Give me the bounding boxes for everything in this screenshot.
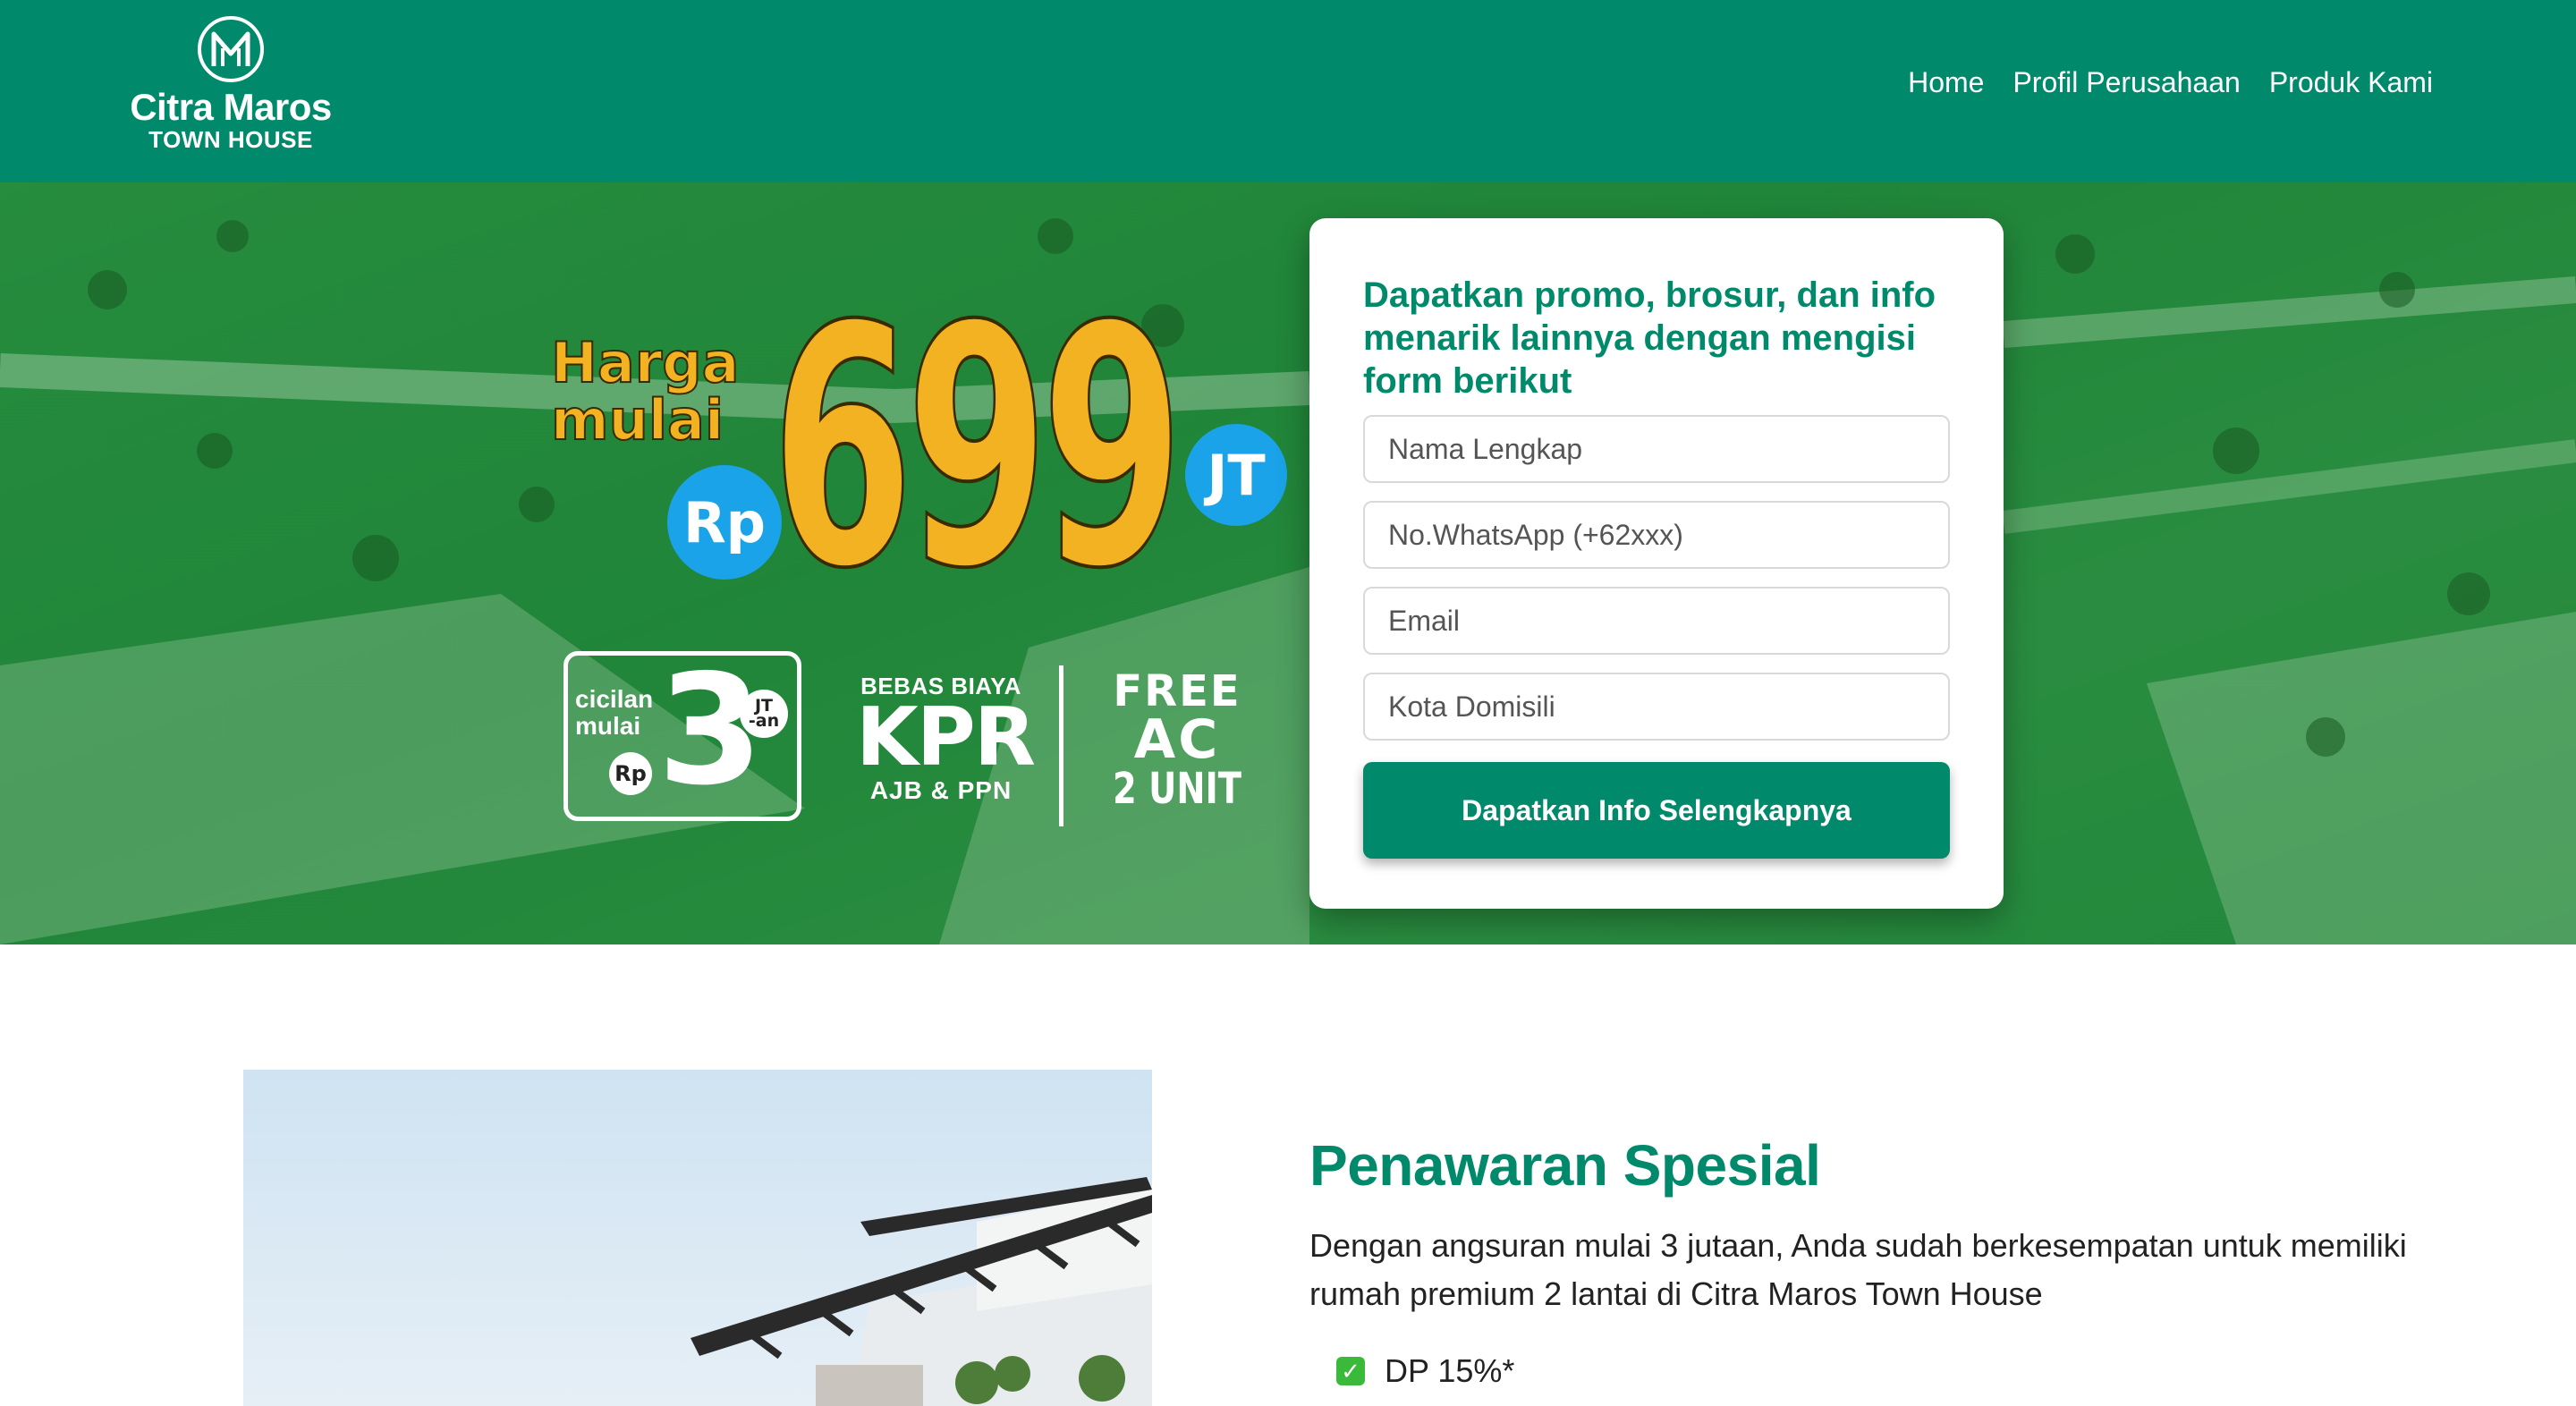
m-monogram-circle-icon — [198, 16, 264, 82]
cicilan-currency-badge: Rp — [609, 752, 652, 795]
email-field[interactable] — [1363, 587, 1950, 655]
cicilan-line-2: mulai — [575, 712, 641, 740]
site-header: Citra Maros TOWN HOUSE Home Profil Perus… — [0, 0, 2576, 182]
harga-mulai-label: Harga mulai — [550, 330, 741, 453]
whatsapp-field[interactable] — [1363, 501, 1950, 569]
cicilan-box: cicilan mulai 3 Rp JT -an — [564, 650, 801, 821]
free-line-1: FREE — [1113, 666, 1241, 716]
kpr-block: BEBAS BIAYA KPR AJB & PPN — [856, 673, 1036, 805]
free-line-3: 2 UNIT — [1113, 764, 1241, 814]
harga-line-1: Harga — [550, 330, 741, 395]
lead-form-card: Dapatkan promo, brosur, dan info menarik… — [1309, 218, 2004, 909]
special-offer-description: Dengan angsuran mulai 3 jutaan, Anda sud… — [1309, 1227, 2407, 1312]
promo-graphic: Harga mulai 699 Rp JT cicilan mulai 3 Rp… — [546, 277, 1297, 862]
checklist-item: ✓ DP 15%* — [1336, 1349, 1514, 1393]
house-photo — [243, 1070, 1152, 1406]
harga-line-2: mulai — [550, 387, 724, 453]
main-nav: Home Profil Perusahaan Produk Kami — [1908, 66, 2433, 99]
free-line-2: AC — [1133, 708, 1221, 771]
brand-logo[interactable]: Citra Maros TOWN HOUSE — [125, 14, 336, 166]
city-field[interactable] — [1363, 673, 1950, 741]
kpr-main-label: KPR — [856, 690, 1036, 784]
price-value: 699 — [770, 257, 1185, 641]
special-offer-title: Penawaran Spesial — [1309, 1133, 1821, 1198]
offer-checklist: ✓ DP 15%* — [1336, 1349, 1514, 1393]
currency-badge: Rp — [667, 465, 782, 580]
free-ac-block: FREE AC 2 UNIT — [1097, 669, 1258, 812]
checklist-item-label: DP 15%* — [1385, 1352, 1515, 1389]
nav-home[interactable]: Home — [1908, 66, 1984, 99]
house-illustration — [691, 1177, 1152, 1406]
cicilan-line-1: cicilan — [575, 685, 654, 713]
submit-button[interactable]: Dapatkan Info Selengkapnya — [1363, 762, 1950, 859]
check-box-icon: ✓ — [1336, 1357, 1365, 1385]
brand-subtitle: TOWN HOUSE — [148, 126, 313, 153]
form-title: Dapatkan promo, brosur, dan info menarik… — [1363, 275, 1936, 401]
cicilan-unit-badge: JT -an — [740, 690, 788, 738]
hero-section: Harga mulai 699 Rp JT cicilan mulai 3 Rp… — [0, 182, 2576, 944]
nav-profil-perusahaan[interactable]: Profil Perusahaan — [2012, 66, 2240, 99]
cicilan-unit-line-2: -an — [748, 711, 780, 731]
cicilan-label: cicilan mulai — [575, 686, 653, 740]
name-field[interactable] — [1363, 415, 1950, 483]
unit-badge: JT — [1185, 424, 1287, 526]
nav-produk-kami[interactable]: Produk Kami — [2269, 66, 2433, 99]
kpr-sub-label: AJB & PPN — [869, 776, 1013, 804]
promo-divider — [1059, 665, 1063, 826]
brand-name: Citra Maros — [130, 86, 332, 128]
